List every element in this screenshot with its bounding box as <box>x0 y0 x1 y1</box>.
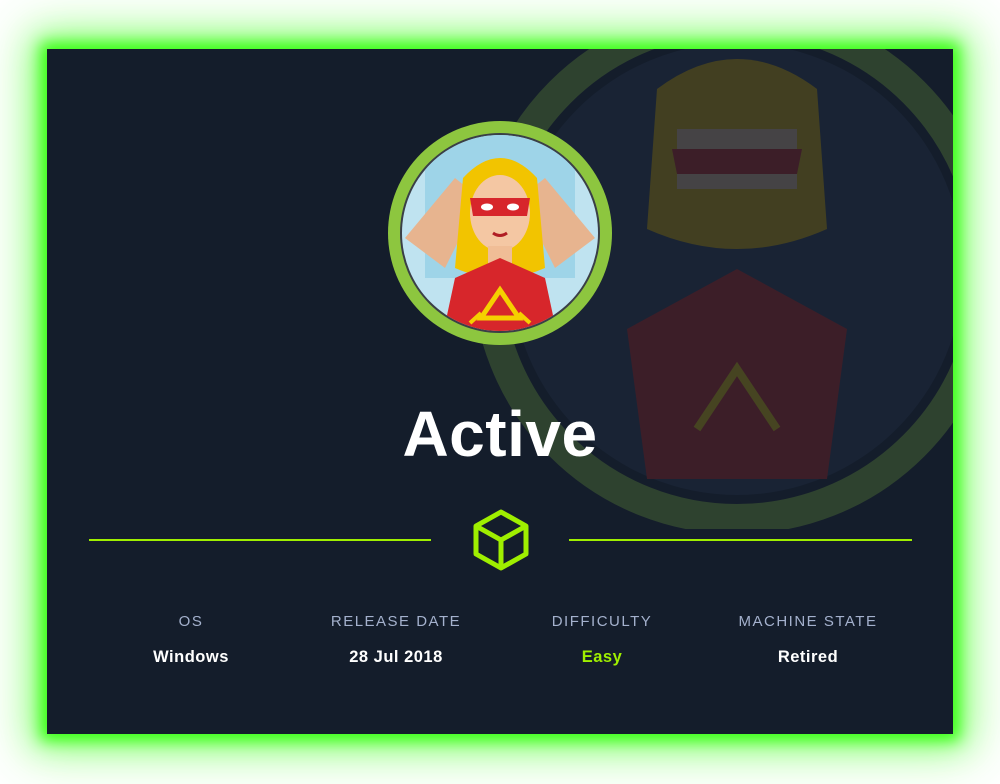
machine-name: Active <box>402 398 598 470</box>
stat-label: RELEASE DATE <box>330 613 462 630</box>
stat-os: OS Windows <box>81 612 301 667</box>
stat-label: MACHINE STATE <box>738 613 878 630</box>
box-cube-icon <box>473 509 529 571</box>
stat-label: OS <box>178 613 204 630</box>
machine-avatar <box>388 121 612 345</box>
divider-right <box>569 539 912 541</box>
stat-difficulty: DIFFICULTY Easy <box>492 612 712 667</box>
stat-value: Windows <box>153 648 229 666</box>
divider-left <box>89 539 431 541</box>
stat-value: Retired <box>777 648 839 666</box>
stat-machine-state: MACHINE STATE Retired <box>698 612 918 667</box>
machine-card: Active OS Windows RELEASE DATE 28 Jul 20… <box>47 49 953 734</box>
stat-value: Easy <box>581 648 623 666</box>
stat-value: 28 Jul 2018 <box>349 648 443 666</box>
stat-label: DIFFICULTY <box>551 613 653 630</box>
stat-release-date: RELEASE DATE 28 Jul 2018 <box>286 612 506 667</box>
